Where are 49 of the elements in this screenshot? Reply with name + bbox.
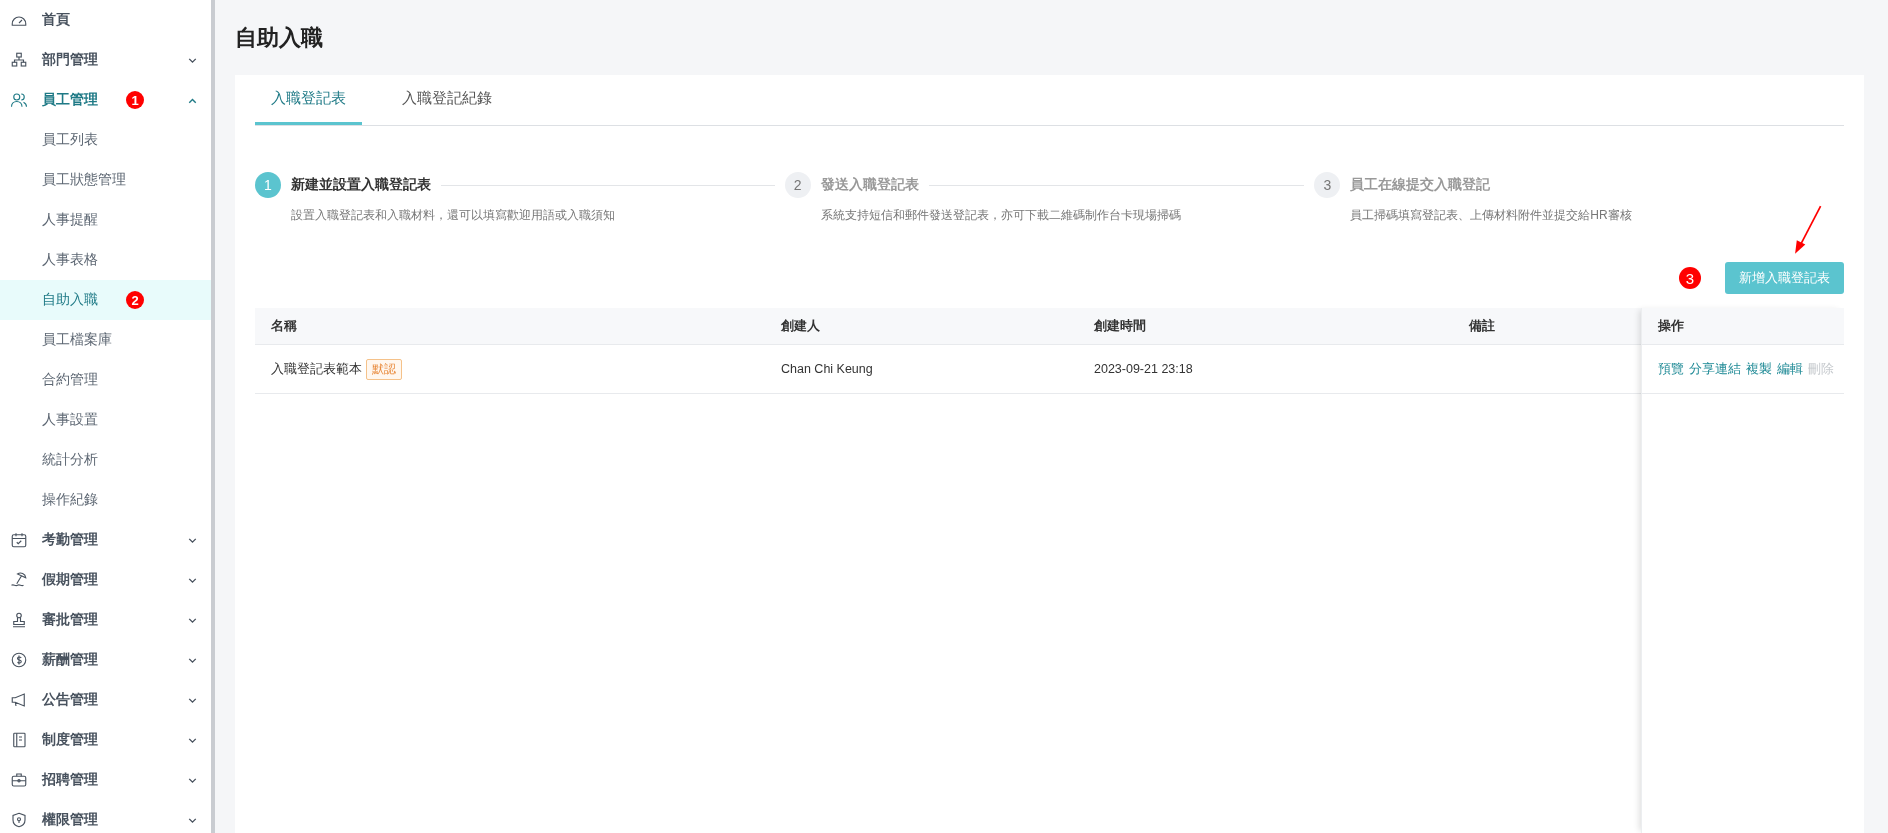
table-cell: Chan Chi Keung (781, 362, 873, 376)
step-description: 設置入職登記表和入職材料，還可以填寫歡迎用語或入職須知 (291, 207, 616, 224)
sidebar-item[interactable]: 審批管理 (0, 600, 211, 640)
sidebar-item[interactable]: 薪酬管理 (0, 640, 211, 680)
annotation-marker: 2 (126, 291, 144, 309)
column-header: 創建人 (780, 317, 821, 335)
table-cell: 入職登記表範本 (271, 360, 362, 378)
step-number: 2 (784, 172, 811, 198)
step-title: 新建並設置入職登記表 (291, 176, 431, 194)
column-header: 備註 (1468, 317, 1496, 335)
step-description: 系統支持短信和郵件發送登記表，亦可下載二維碼制作台卡現場掃碼 (820, 207, 1182, 224)
sidebar-item[interactable]: 假期管理 (0, 560, 211, 600)
annotation-marker: 3 (1679, 267, 1701, 289)
sidebar-item[interactable]: 制度管理 (0, 720, 211, 760)
sidebar-item[interactable]: 招聘管理 (0, 760, 211, 800)
action-link[interactable]: 預覽 (1658, 360, 1684, 378)
sidebar-item[interactable]: 部門管理 (0, 40, 211, 80)
sidebar-item[interactable]: 人事提醒 (0, 200, 211, 240)
action-link[interactable]: 複製 (1746, 360, 1772, 378)
column-header: 名稱 (270, 317, 298, 335)
sidebar-item[interactable]: 員工檔案庫 (0, 320, 211, 360)
sidebar-item[interactable]: 員工管理 1 (0, 80, 211, 120)
sidebar-item[interactable]: 公告管理 (0, 680, 211, 720)
sidebar-item[interactable]: 員工列表 (0, 120, 211, 160)
sidebar-item[interactable]: 考勤管理 (0, 520, 211, 560)
step-number: 1 (255, 172, 281, 198)
action-link[interactable]: 編輯 (1777, 360, 1803, 378)
sidebar-item[interactable]: 人事表格 (0, 240, 211, 280)
step-description: 員工掃碼填寫登記表、上傳材料附件並提交給HR審核 (1350, 207, 1633, 224)
step-number: 3 (1314, 172, 1341, 198)
sidebar-item[interactable]: 合約管理 (0, 360, 211, 400)
sidebar-item[interactable]: 首頁 (0, 0, 211, 40)
column-header: 創建時間 (1093, 317, 1147, 335)
annotation-marker: 1 (126, 91, 144, 109)
tab[interactable]: 入職登記紀錄 (386, 75, 508, 125)
sidebar-item[interactable]: 操作紀錄 (0, 480, 211, 520)
sidebar-item[interactable]: 員工狀態管理 (0, 160, 211, 200)
step-title: 員工在線提交入職登記 (1350, 176, 1491, 194)
sidebar-item[interactable]: 統計分析 (0, 440, 211, 480)
step-title: 發送入職登記表 (820, 176, 919, 194)
tab[interactable]: 入職登記表 (255, 75, 362, 125)
page-title: 自助入職 (235, 23, 324, 52)
sidebar-item[interactable]: 自助入職 2 (0, 280, 211, 320)
sidebar-item[interactable]: 人事設置 (0, 400, 211, 440)
column-header: 操作 (1657, 317, 1685, 335)
action-link[interactable]: 分享連結 (1689, 360, 1741, 378)
sidebar-item[interactable]: 權限管理 (0, 800, 211, 833)
default-tag: 默認 (366, 358, 402, 380)
table-cell: 2023-09-21 23:18 (1094, 362, 1193, 376)
